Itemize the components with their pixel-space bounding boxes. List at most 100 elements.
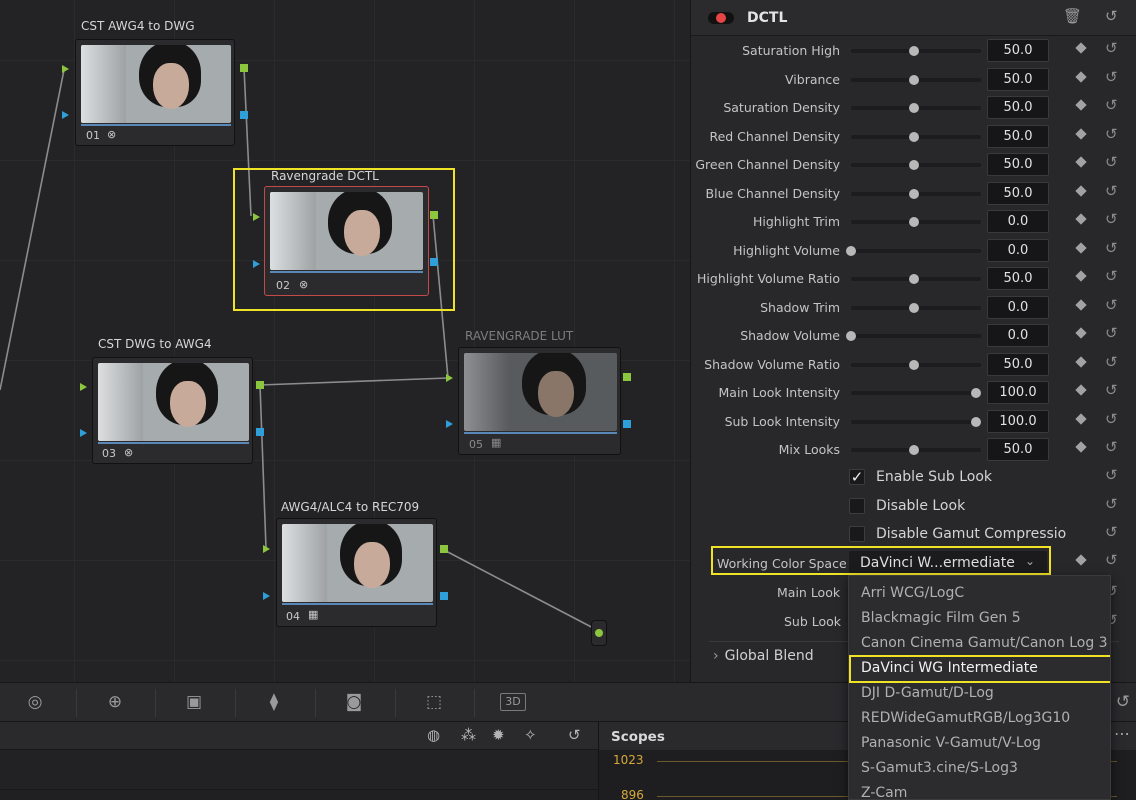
reset-icon[interactable]: ↺: [1105, 466, 1118, 484]
more-options-icon[interactable]: ⋯: [1114, 724, 1130, 743]
reset-icon[interactable]: ↺: [1105, 438, 1118, 456]
reset-icon[interactable]: ↺: [1105, 96, 1118, 114]
reset-icon[interactable]: ↺: [1105, 210, 1118, 228]
param-value-field[interactable]: 50.0: [987, 181, 1049, 205]
param-slider[interactable]: [851, 359, 981, 370]
input-port-rgb[interactable]: [80, 383, 87, 391]
output-port-rgb[interactable]: [623, 373, 631, 381]
global-blend-section[interactable]: › Global Blend: [713, 648, 814, 664]
reset-icon[interactable]: ↺: [1105, 239, 1118, 257]
input-port-rgb[interactable]: [62, 65, 69, 73]
param-slider[interactable]: [846, 245, 981, 256]
keyframe-diamond-icon[interactable]: [1075, 241, 1087, 254]
slider-knob[interactable]: [908, 274, 919, 284]
keyframe-diamond-icon[interactable]: [1075, 270, 1087, 282]
param-slider[interactable]: [851, 188, 981, 199]
node-editor[interactable]: CST AWG4 to DWG 01 ⊗ Ravengrade DCTL 02 …: [0, 0, 690, 682]
slider-knob[interactable]: [908, 302, 919, 313]
keyframe-diamond-icon[interactable]: [1075, 42, 1087, 54]
3d-button[interactable]: 3D: [500, 693, 526, 711]
param-slider[interactable]: [851, 217, 981, 227]
output-port-rgb[interactable]: [240, 64, 248, 72]
input-port-alpha[interactable]: [80, 429, 87, 437]
param-value-field[interactable]: 50.0: [987, 267, 1049, 290]
reset-icon[interactable]: ↺: [1105, 410, 1118, 428]
dropdown-option[interactable]: Z-Cam: [849, 781, 1110, 799]
slider-knob[interactable]: [908, 359, 919, 370]
checkbox[interactable]: [849, 526, 865, 542]
reset-icon[interactable]: ↺: [1105, 153, 1118, 171]
param-value-field[interactable]: 100.0: [987, 381, 1049, 404]
sizing-icon[interactable]: ⬚: [421, 691, 447, 713]
primaries-icon[interactable]: ◎: [22, 691, 48, 713]
dropdown-option[interactable]: Arri WCG/LogC: [849, 581, 1110, 606]
output-port-rgb[interactable]: [440, 545, 448, 553]
reset-icon[interactable]: ↺: [1105, 381, 1118, 399]
slider-knob[interactable]: [908, 217, 919, 227]
reset-icon[interactable]: ↺: [1110, 691, 1136, 713]
keyframe-diamond-icon[interactable]: [1075, 184, 1087, 197]
node-body[interactable]: 05 ▦: [458, 347, 621, 455]
dropdown-option[interactable]: Canon Cinema Gamut/Canon Log 3: [849, 631, 1110, 656]
output-port-alpha[interactable]: [256, 428, 264, 436]
keyframe-diamond-icon[interactable]: [1075, 99, 1087, 111]
keyframe-diamond-icon[interactable]: [1075, 213, 1087, 225]
param-value-field[interactable]: 50.0: [987, 96, 1049, 119]
param-value-field[interactable]: 50.0: [987, 352, 1049, 376]
slider-knob[interactable]: [908, 74, 919, 85]
node-body[interactable]: 04 ▦: [276, 518, 437, 627]
output-node[interactable]: [591, 620, 607, 646]
trash-icon[interactable]: 🗑: [1063, 7, 1082, 25]
input-port-alpha[interactable]: [263, 592, 270, 600]
reset-icon[interactable]: ↺: [1105, 267, 1118, 285]
sun-icon[interactable]: ✹: [492, 726, 505, 744]
input-port-rgb[interactable]: [263, 545, 270, 553]
param-slider[interactable]: [851, 302, 981, 313]
param-slider[interactable]: [851, 74, 981, 85]
keyframe-diamond-icon[interactable]: [1075, 355, 1087, 368]
checkbox[interactable]: ✓: [849, 469, 865, 485]
reset-icon[interactable]: ↺: [1105, 523, 1118, 541]
slider-knob[interactable]: [971, 388, 981, 398]
param-slider[interactable]: [851, 131, 981, 142]
param-slider[interactable]: [851, 274, 981, 284]
param-value-field[interactable]: 0.0: [987, 210, 1049, 233]
reset-icon[interactable]: ↺: [1105, 324, 1118, 342]
reset-icon[interactable]: ↺: [1105, 125, 1118, 143]
effect-enable-toggle[interactable]: [708, 12, 734, 24]
reset-icon[interactable]: ↺: [1105, 7, 1118, 25]
color-drops-icon[interactable]: ⧫: [261, 691, 287, 713]
key-icon[interactable]: ◙: [341, 691, 367, 713]
keyframe-diamond-icon[interactable]: [1075, 441, 1087, 453]
node-body[interactable]: 03 ⊗: [92, 357, 253, 464]
image-icon[interactable]: ▣: [181, 691, 207, 713]
param-slider[interactable]: [851, 160, 981, 170]
reset-icon[interactable]: ↺: [1105, 68, 1118, 86]
checkbox[interactable]: [849, 497, 865, 514]
reset-icon[interactable]: ↺: [1105, 551, 1118, 569]
reset-icon[interactable]: ↺: [1105, 353, 1118, 371]
param-slider[interactable]: [851, 416, 981, 427]
output-port-rgb[interactable]: [256, 381, 264, 389]
dropdown-option[interactable]: DJI D-Gamut/D-Log: [849, 681, 1110, 706]
param-slider[interactable]: [846, 331, 981, 341]
dropdown-option[interactable]: REDWideGamutRGB/Log3G10: [849, 706, 1110, 731]
node-body[interactable]: 01 ⊗: [75, 39, 235, 146]
slider-knob[interactable]: [908, 160, 919, 170]
param-value-field[interactable]: 50.0: [987, 39, 1049, 62]
slider-knob[interactable]: [846, 245, 856, 256]
param-value-field[interactable]: 50.0: [987, 438, 1049, 461]
param-slider[interactable]: [851, 445, 981, 455]
keyframe-diamond-icon[interactable]: [1075, 384, 1087, 396]
input-port-alpha[interactable]: [446, 420, 453, 428]
param-value-field[interactable]: 100.0: [987, 409, 1049, 433]
output-port-alpha[interactable]: [440, 592, 448, 600]
keyframe-diamond-icon[interactable]: [1075, 412, 1087, 425]
keyframe-diamond-icon[interactable]: [1075, 298, 1087, 311]
reset-icon[interactable]: ↺: [568, 726, 581, 744]
dropdown-option[interactable]: S-Gamut3.cine/S-Log3: [849, 756, 1110, 781]
slider-knob[interactable]: [908, 445, 919, 455]
param-value-field[interactable]: 50.0: [987, 124, 1049, 148]
slider-knob[interactable]: [908, 46, 919, 56]
slider-knob[interactable]: [971, 416, 981, 427]
